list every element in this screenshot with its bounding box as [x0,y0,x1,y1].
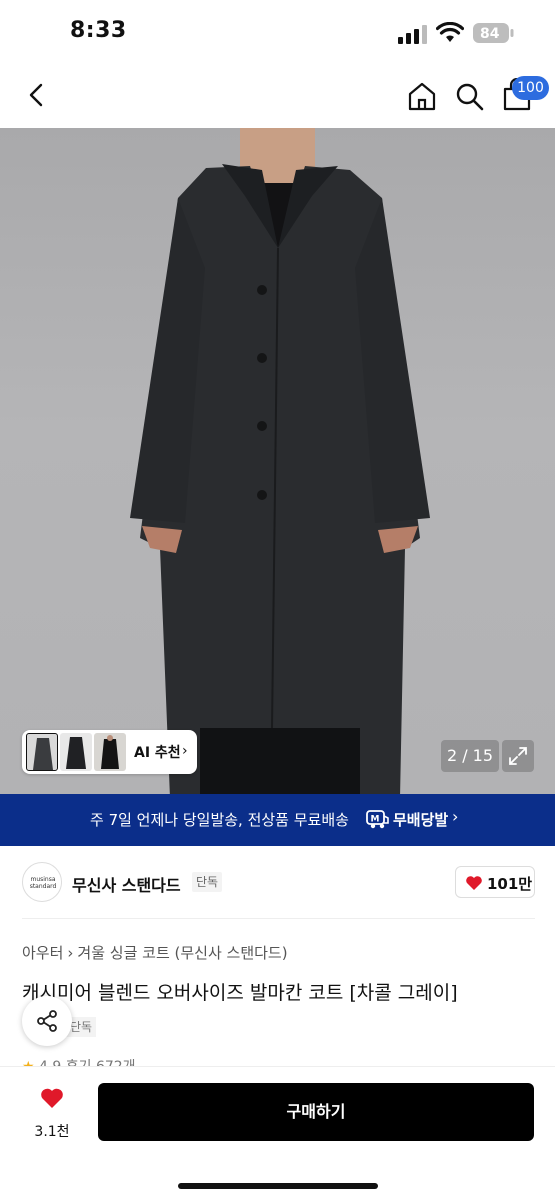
nav-bar [0,62,555,128]
heart-icon [41,1088,63,1108]
chevron-right-icon: › [452,807,459,826]
chevron-right-icon: › [67,944,74,962]
chevron-right-icon: › [182,743,188,759]
product-title: 캐시미어 블렌드 오버사이즈 발마칸 코트 [차콜 그레이] [22,982,458,1004]
status-bar: 8:33 84 [0,0,555,62]
brand-logo-line2: standard [29,883,57,890]
share-button[interactable] [22,996,72,1046]
home-indicator [178,1183,378,1189]
heart-icon [466,876,482,890]
buy-button[interactable]: 구매하기 [98,1083,534,1141]
breadcrumb-item[interactable]: 아우터 [22,944,63,962]
thumbnail-strip[interactable]: AI 추천 › [22,730,197,774]
back-icon[interactable] [22,80,52,110]
ai-recommend-label[interactable]: AI 추천 [134,742,181,762]
status-time: 8:33 [70,18,127,43]
signal-icon [398,25,427,44]
product-image[interactable] [0,128,555,794]
breadcrumb: 아우터 › 겨울 싱글 코트 (무신사 스탠다드) [22,942,288,963]
brand-like-count: 101만 [487,875,533,893]
battery-level: 84 [480,26,500,42]
home-icon[interactable] [406,80,438,112]
brand-logo[interactable]: musinsa standard [22,862,62,902]
image-counter: 2 / 15 [441,740,499,772]
battery-icon: 84 [472,22,514,44]
cart-count-badge: 100 [512,76,549,100]
like-count: 3.1천 [34,1124,70,1140]
thumbnail-1[interactable] [26,733,58,771]
brand-name[interactable]: 무신사 스탠다드 [72,872,181,896]
brand-like-button[interactable]: 101만 [455,866,535,898]
divider [22,918,535,919]
thumbnail-2[interactable] [60,733,92,771]
delivery-icon: M [366,810,389,829]
expand-button[interactable] [502,740,534,772]
exclusive-tag: 단독 [192,872,223,892]
banner-brand: 무배당발 [393,811,449,829]
shipping-banner[interactable]: 주 7일 언제나 당일발송, 전상품 무료배송 M 무배당발 › [0,794,555,846]
svg-text:M: M [371,815,380,825]
breadcrumb-item[interactable]: 겨울 싱글 코트 (무신사 스탠다드) [77,944,287,962]
thumbnail-3[interactable] [94,733,126,771]
bottom-bar: 3.1천 구매하기 [0,1066,555,1200]
product-photo [130,128,430,794]
like-button[interactable]: 3.1천 [28,1087,76,1147]
brand-logo-line1: musinsa [30,876,56,883]
share-icon [37,1010,57,1032]
expand-icon [509,747,527,765]
banner-text: 주 7일 언제나 당일발송, 전상품 무료배송 [90,811,349,829]
wifi-icon [436,22,464,42]
search-icon[interactable] [453,80,485,112]
